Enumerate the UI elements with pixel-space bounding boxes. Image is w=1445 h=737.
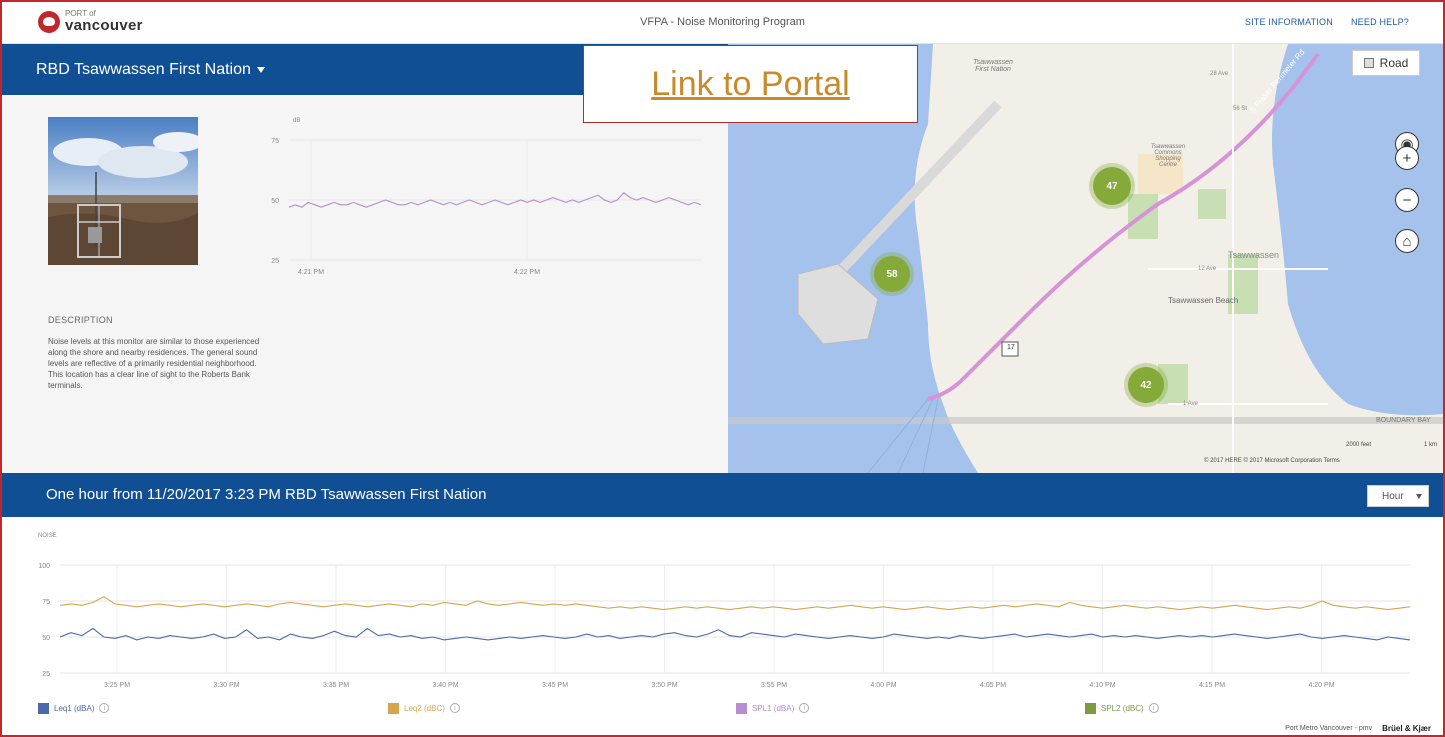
footer: Port Metro Vancouver - pmv Brüel & Kjær [1285,724,1431,733]
zoom-out-button[interactable]: − [1395,188,1419,212]
top-header: PORT of vancouver VFPA - Noise Monitorin… [2,2,1443,44]
dropdown-caret-icon [256,66,265,73]
series-line-0 [59,627,1411,641]
highway-17-shield: 17 [1007,344,1015,351]
link-to-portal[interactable]: Link to Portal [651,65,849,104]
legend-label-leq2: Leq2 (dBC) [404,703,445,713]
road-map-icon [1363,58,1374,68]
x-tick-label: 3:30 PM [213,682,239,689]
zoom-in-icon: + [1402,149,1412,167]
x-tick-label: 4:22 PM [514,269,540,276]
x-tick-label: 3:50 PM [651,682,677,689]
map-style-road-button[interactable]: Road [1352,50,1420,76]
x-tick-label: 3:25 PM [104,682,130,689]
info-icon[interactable]: i [449,703,460,713]
history-panel: 25 50 75 100 NOISE 3:25 PM 3:30 PM 3:35 PM 3:40 … [2,517,1443,735]
station-info-panel: 25 50 75 dB 4:21 PM 4:22 PM DESCRIPTION Noise… [2,95,728,473]
y-tick-label: 75 [271,138,279,145]
station-selector[interactable]: RBD Tsawwassen First Nation [36,61,265,79]
series-line-1 [59,596,1411,611]
home-button[interactable]: ⌂ [1395,229,1419,253]
range-title: One hour from 11/20/2017 3:23 PM RBD Tsa… [46,486,487,503]
description-title: DESCRIPTION [48,315,113,325]
legend-leq2[interactable]: Leq2 (dBC) i [388,701,460,715]
legend-swatch-spl2 [1085,702,1096,714]
map-copyright[interactable]: © 2017 HERE © 2017 Microsoft Corporation… [1204,458,1340,464]
x-tick-label: 4:20 PM [1308,682,1334,689]
monitor-cluster-47[interactable]: 47 [1093,167,1131,205]
y-tick-label: 50 [271,198,279,205]
footer-credit: Port Metro Vancouver - pmv [1285,725,1373,732]
legend-spl1[interactable]: SPL1 (dBA) i [736,701,810,715]
map-label-28-ave: 28 Ave [1210,71,1229,77]
legend-label-spl1: SPL1 (dBA) [752,703,795,713]
map-label-boundary-bay: BOUNDARY BAY [1376,417,1431,424]
x-tick-label: 3:45 PM [542,682,568,689]
map-label-12-ave: 12 Ave [1198,266,1217,272]
monitor-photo-image [48,117,198,265]
bruel-kjaer-logo: Brüel & Kjær [1382,724,1431,733]
x-tick-label: 4:15 PM [1199,682,1225,689]
description-text: Noise levels at this monitor are similar… [48,337,260,390]
monitor-cluster-42[interactable]: 42 [1128,367,1164,403]
map-label-56-st: 56 St [1233,106,1248,112]
info-icon[interactable]: i [99,703,110,713]
info-icon[interactable]: i [1148,703,1159,713]
legend-leq1[interactable]: Leq1 (dBA) i [38,701,110,715]
station-name: RBD Tsawwassen First Nation [36,61,251,78]
live-noise-chart: 25 50 75 dB 4:21 PM 4:22 PM [271,118,702,276]
map-scale-km: 1 km [1424,442,1438,448]
site-information-link[interactable]: SITE INFORMATION [1245,17,1333,27]
x-tick-label: 4:10 PM [1089,682,1115,689]
legend-swatch-leq2 [388,702,399,714]
zoom-in-button[interactable]: + [1395,146,1419,170]
zoom-out-icon: − [1402,191,1412,209]
road-label: Road [1379,56,1409,70]
x-tick-label: 4:05 PM [980,682,1006,689]
monitor-photo [48,117,198,265]
map-label-1-ave: 1 Ave [1183,401,1198,407]
legend-swatch-leq1 [38,702,49,714]
monitor-cluster-58[interactable]: 58 [874,256,910,292]
map-label-tsawwassen-first-nation: Tsawwassen First Nation [973,59,1013,73]
home-icon: ⌂ [1402,232,1412,250]
need-help-link[interactable]: NEED HELP? [1351,17,1409,27]
x-tick-label: 4:00 PM [870,682,896,689]
range-header: One hour from 11/20/2017 3:23 PM RBD Tsa… [2,473,1443,517]
y-tick-label: 50 [42,635,50,642]
portal-link-box: Link to Portal [583,45,918,123]
map-label-tsawwassen: Tsawwassen [1228,250,1280,260]
legend-label-spl2: SPL2 (dBC) [1101,703,1144,713]
chevron-down-icon [1416,494,1422,499]
range-select-value: Hour [1382,490,1404,502]
legend-label-leq1: Leq1 (dBA) [54,703,95,713]
app-title: VFPA - Noise Monitoring Program [640,16,805,28]
map-scale-feet: 2000 feet [1346,442,1372,448]
x-tick-label: 3:40 PM [432,682,458,689]
y-axis-label: dB [293,118,300,124]
info-icon[interactable]: i [799,703,810,713]
legend-spl2[interactable]: SPL2 (dBC) i [1085,701,1159,715]
y-tick-label: 25 [42,671,50,678]
x-tick-label: 4:21 PM [298,269,324,276]
history-noise-chart: 25 50 75 100 NOISE 3:25 PM 3:30 PM 3:35 PM 3:40 … [38,533,1411,689]
legend-swatch-spl1 [736,702,747,714]
map-label-tsawwassen-beach: Tsawwassen Beach [1168,296,1239,305]
range-select[interactable]: Hour [1367,485,1429,507]
y-axis-label: NOISE [38,533,57,539]
x-tick-label: 3:35 PM [323,682,349,689]
y-tick-label: 25 [271,258,279,265]
x-tick-label: 3:55 PM [761,682,787,689]
map-label-shopping-centre: Tsawwassen Commons Shopping Centre [1150,144,1186,168]
y-tick-label: 100 [38,563,50,570]
y-tick-label: 75 [42,599,50,606]
